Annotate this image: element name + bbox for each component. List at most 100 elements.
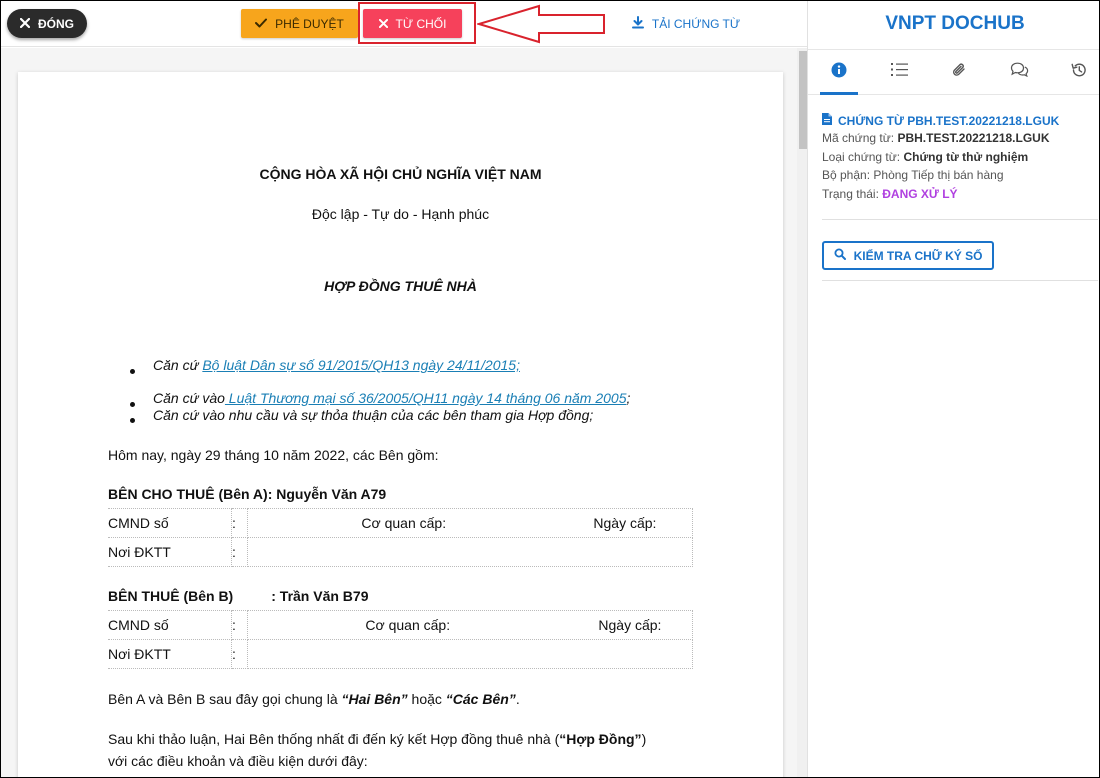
document-motto: Độc lập - Tự do - Hạnh phúc: [311, 206, 490, 222]
bullet-dot: [130, 402, 135, 407]
approve-button[interactable]: PHÊ DUYỆT: [241, 9, 358, 38]
colon: :: [232, 646, 236, 662]
info-icon: [831, 62, 847, 83]
party-a-heading: BÊN CHO THUÊ (Bên A): Nguyễn Văn A79: [108, 486, 387, 502]
colon: :: [232, 617, 236, 633]
comments-icon: [1010, 62, 1029, 82]
basis-item: Căn cứ vào nhu cầu và sự thỏa thuận của …: [153, 407, 594, 423]
code-row: Mã chứng từ: PBH.TEST.20221218.LGUK: [822, 131, 1050, 145]
department-row: Bộ phận: Phòng Tiếp thị bán hàng: [822, 168, 1004, 182]
file-icon: [822, 113, 832, 128]
registration-label: Nơi ĐKTT: [108, 646, 171, 662]
document-page: CỘNG HÒA XÃ HỘI CHỦ NGHĨA VIỆT NAM Độc l…: [18, 72, 783, 777]
basis-link[interactable]: Bộ luật Dân sự số 91/2015/QH13 ngày 24/1…: [202, 357, 520, 373]
registration-label: Nơi ĐKTT: [108, 544, 171, 560]
party-b-heading: BÊN THUÊ (Bên B) : Trần Văn B79: [108, 588, 369, 604]
tab-comments[interactable]: [990, 50, 1048, 94]
scrollbar-thumb[interactable]: [799, 51, 807, 149]
reject-button[interactable]: TỪ CHỐI: [363, 9, 462, 38]
close-button[interactable]: ĐÓNG: [7, 9, 87, 38]
annotation-arrow-icon: [477, 4, 605, 44]
tab-history[interactable]: [1050, 50, 1099, 94]
panel-tabs: [808, 49, 1099, 95]
term-cac-ben: “Các Bên”: [445, 691, 516, 707]
table-row: CMND số: Cơ quan cấp: Ngày cấp:: [108, 610, 693, 640]
table-cell: Cơ quan cấp: Ngày cấp:: [247, 610, 693, 640]
check-icon: [255, 17, 268, 31]
bullet-dot: [130, 418, 135, 423]
divider: [822, 219, 1098, 220]
department-value: Phòng Tiếp thị bán hàng: [873, 168, 1004, 182]
list-icon: [890, 62, 908, 82]
document-nation-heading: CỘNG HÒA XÃ HỘI CHỦ NGHĨA VIỆT NAM: [259, 166, 542, 182]
document-toolbar: ĐÓNG PHÊ DUYỆT TỪ CHỐI TẢI CHỨNG TỪ: [1, 1, 807, 47]
party-a-table: CMND số: Cơ quan cấp: Ngày cấp: Nơi ĐKTT:: [108, 508, 693, 567]
department-label: Bộ phận:: [822, 168, 871, 182]
active-tab-indicator: [820, 92, 858, 95]
tab-attachments[interactable]: [930, 50, 988, 94]
bullet-dot: [130, 369, 135, 374]
id-label: CMND số: [108, 617, 169, 633]
issue-date-label: Ngày cấp:: [598, 617, 662, 633]
close-icon: [19, 17, 31, 31]
scrollbar-track[interactable]: [797, 48, 807, 777]
text-span: ): [641, 731, 647, 747]
basis-prefix: Căn cứ vào: [153, 390, 225, 406]
term-hop-dong: “Hợp Đồng”: [559, 731, 642, 747]
intro-paragraph: Hôm nay, ngày 29 tháng 10 năm 2022, các …: [108, 447, 439, 463]
basis-link[interactable]: Luật Thương mại số 36/2005/QH11 ngày 14 …: [225, 390, 627, 406]
party-b-name: : Trần Văn B79: [271, 588, 369, 604]
download-button-label: TẢI CHỨNG TỪ: [651, 16, 741, 31]
app-window: ĐÓNG PHÊ DUYỆT TỪ CHỐI TẢI CHỨNG TỪ CỘNG…: [0, 0, 1100, 778]
search-icon: [834, 248, 846, 263]
term-hai-ben: “Hai Bên”: [341, 691, 408, 707]
type-row: Loại chứng từ: Chứng từ thử nghiệm: [822, 150, 1028, 164]
party-b-label: BÊN THUÊ (Bên B): [108, 588, 234, 604]
id-label: CMND số: [108, 515, 169, 531]
document-title: HỢP ĐỒNG THUÊ NHÀ: [324, 278, 477, 294]
close-icon: [378, 17, 388, 31]
text-span: .: [515, 691, 520, 707]
basis-suffix: ;: [626, 390, 631, 406]
history-icon: [1071, 62, 1087, 83]
type-label: Loại chứng từ:: [822, 150, 901, 164]
table-cell: [247, 639, 693, 669]
colon: :: [232, 544, 236, 560]
table-row: CMND số: Cơ quan cấp: Ngày cấp:: [108, 508, 693, 538]
info-panel: VNPT DOCHUB CHỨNG TỪ PBH.TEST.20221218.L…: [807, 1, 1099, 777]
table-cell: CMND số:: [108, 610, 236, 640]
brand-logo: VNPT DOCHUB: [885, 13, 1025, 34]
close-button-label: ĐÓNG: [38, 16, 74, 31]
issuer-label: Cơ quan cấp:: [365, 617, 451, 633]
table-cell: Cơ quan cấp: Ngày cấp:: [247, 508, 693, 538]
issuer-label: Cơ quan cấp:: [361, 515, 447, 531]
table-cell: [247, 537, 693, 567]
code-label: Mã chứng từ:: [822, 131, 895, 145]
table-row: Nơi ĐKTT:: [108, 639, 693, 669]
basis-item: Căn cứ Bộ luật Dân sự số 91/2015/QH13 ng…: [153, 357, 520, 373]
agreement-paragraph: Sau khi thảo luận, Hai Bên thống nhất đi…: [108, 731, 646, 747]
table-row: Nơi ĐKTT:: [108, 537, 693, 567]
agreement-paragraph-line2: với các điều khoản và điều kiện dưới đây…: [108, 753, 368, 769]
status-label: Trạng thái:: [822, 187, 879, 201]
code-value: PBH.TEST.20221218.LGUK: [897, 131, 1050, 145]
reject-button-label: TỪ CHỐI: [395, 16, 447, 31]
document-title-link[interactable]: CHỨNG TỪ PBH.TEST.20221218.LGUK: [822, 113, 1059, 128]
tab-list[interactable]: [870, 50, 928, 94]
download-button[interactable]: TẢI CHỨNG TỪ: [627, 9, 745, 38]
colon: :: [232, 515, 236, 531]
party-b-table: CMND số: Cơ quan cấp: Ngày cấp: Nơi ĐKTT:: [108, 610, 693, 669]
paperclip-icon: [951, 62, 967, 83]
type-value: Chứng từ thử nghiệm: [903, 150, 1029, 164]
text-span: Sau khi thảo luận, Hai Bên thống nhất đi…: [108, 731, 560, 747]
divider: [822, 280, 1098, 281]
basis-prefix: Căn cứ: [153, 357, 203, 373]
text-span: hoặc: [407, 691, 446, 707]
download-icon: [631, 15, 644, 32]
table-cell: Nơi ĐKTT:: [108, 537, 236, 567]
document-viewer[interactable]: CỘNG HÒA XÃ HỘI CHỦ NGHĨA VIỆT NAM Độc l…: [1, 48, 807, 777]
verify-signature-button[interactable]: KIỂM TRA CHỮ KÝ SỐ: [822, 241, 994, 270]
status-row: Trạng thái: ĐANG XỬ LÝ: [822, 187, 958, 201]
table-cell: CMND số:: [108, 508, 236, 538]
tab-info[interactable]: [810, 50, 868, 94]
